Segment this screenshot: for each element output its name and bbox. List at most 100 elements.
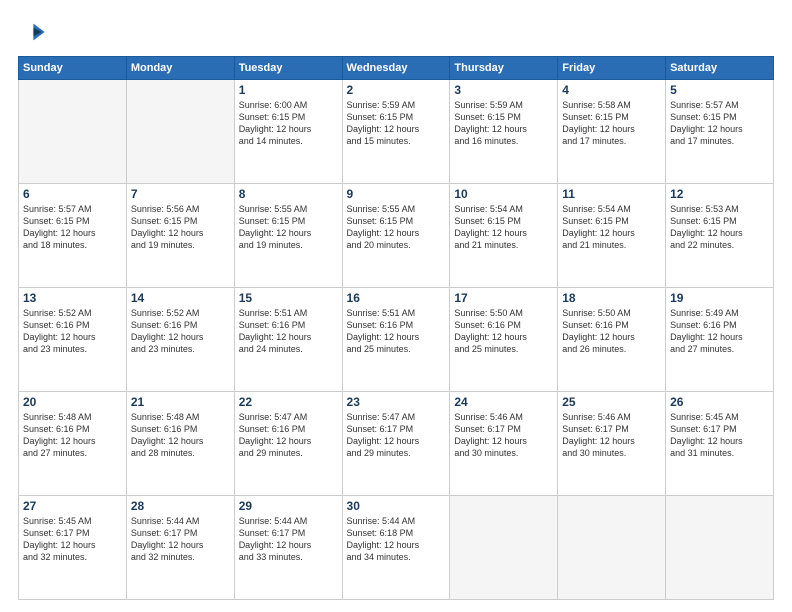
- calendar-cell: 12 Sunrise: 5:53 AM Sunset: 6:15 PM Dayli…: [666, 184, 774, 288]
- day-number: 14: [131, 291, 230, 305]
- cell-content: Sunrise: 5:55 AM Sunset: 6:15 PM Dayligh…: [239, 203, 338, 252]
- day-number: 17: [454, 291, 553, 305]
- calendar-cell: 6Sunrise: 5:57 AM Sunset: 6:15 PM Daylig…: [19, 184, 127, 288]
- calendar-cell: 4 Sunrise: 5:58 AM Sunset: 6:15 PM Daylig…: [558, 80, 666, 184]
- day-number: 30: [347, 499, 446, 513]
- header-friday: Friday: [558, 57, 666, 80]
- cell-content: Sunrise: 5:48 AM Sunset: 6:16 PM Dayligh…: [131, 411, 230, 460]
- calendar-cell: 13 Sunrise: 5:52 AM Sunset: 6:16 PM Dayli…: [19, 288, 127, 392]
- day-number: 11: [562, 187, 661, 201]
- calendar-cell: 23 Sunrise: 5:47 AM Sunset: 6:17 PM Dayli…: [342, 392, 450, 496]
- day-number: 19: [670, 291, 769, 305]
- calendar-cell: 14 Sunrise: 5:52 AM Sunset: 6:16 PM Dayli…: [126, 288, 234, 392]
- day-number: 28: [131, 499, 230, 513]
- day-number: 26: [670, 395, 769, 409]
- header-saturday: Saturday: [666, 57, 774, 80]
- calendar-cell: 19Sunrise: 5:49 AM Sunset: 6:16 PM Dayli…: [666, 288, 774, 392]
- cell-content: Sunrise: 5:45 AM Sunset: 6:17 PM Dayligh…: [23, 515, 122, 564]
- cell-content: Sunrise: 5:54 AM Sunset: 6:15 PM Dayligh…: [454, 203, 553, 252]
- calendar-cell: 25Sunrise: 5:46 AM Sunset: 6:17 PM Dayli…: [558, 392, 666, 496]
- calendar-cell: 7 Sunrise: 5:56 AM Sunset: 6:15 PM Daylig…: [126, 184, 234, 288]
- calendar-cell: 10 Sunrise: 5:54 AM Sunset: 6:15 PM Dayli…: [450, 184, 558, 288]
- day-number: 4: [562, 83, 661, 97]
- calendar-cell: 16Sunrise: 5:51 AM Sunset: 6:16 PM Dayli…: [342, 288, 450, 392]
- calendar-cell: 2Sunrise: 5:59 AM Sunset: 6:15 PM Daylig…: [342, 80, 450, 184]
- day-number: 21: [131, 395, 230, 409]
- day-number: 13: [23, 291, 122, 305]
- day-number: 1: [239, 83, 338, 97]
- cell-content: Sunrise: 5:44 AM Sunset: 6:17 PM Dayligh…: [131, 515, 230, 564]
- cell-content: Sunrise: 5:46 AM Sunset: 6:17 PM Dayligh…: [562, 411, 661, 460]
- calendar-cell: 5Sunrise: 5:57 AM Sunset: 6:15 PM Daylig…: [666, 80, 774, 184]
- logo: [18, 18, 50, 46]
- page: SundayMondayTuesdayWednesdayThursdayFrid…: [0, 0, 792, 612]
- calendar-cell: 28 Sunrise: 5:44 AM Sunset: 6:17 PM Dayli…: [126, 496, 234, 600]
- day-number: 20: [23, 395, 122, 409]
- day-number: 5: [670, 83, 769, 97]
- calendar-cell: 27 Sunrise: 5:45 AM Sunset: 6:17 PM Dayli…: [19, 496, 127, 600]
- day-number: 3: [454, 83, 553, 97]
- calendar-cell: [558, 496, 666, 600]
- cell-content: Sunrise: 5:47 AM Sunset: 6:16 PM Dayligh…: [239, 411, 338, 460]
- day-number: 27: [23, 499, 122, 513]
- cell-content: Sunrise: 5:46 AM Sunset: 6:17 PM Dayligh…: [454, 411, 553, 460]
- week-row-3: 20 Sunrise: 5:48 AM Sunset: 6:16 PM Dayli…: [19, 392, 774, 496]
- calendar-cell: 3 Sunrise: 5:59 AM Sunset: 6:15 PM Daylig…: [450, 80, 558, 184]
- header-monday: Monday: [126, 57, 234, 80]
- day-number: 16: [347, 291, 446, 305]
- day-number: 7: [131, 187, 230, 201]
- week-row-0: 1Sunrise: 6:00 AM Sunset: 6:15 PM Daylig…: [19, 80, 774, 184]
- cell-content: Sunrise: 5:54 AM Sunset: 6:15 PM Dayligh…: [562, 203, 661, 252]
- header-tuesday: Tuesday: [234, 57, 342, 80]
- calendar-cell: 24 Sunrise: 5:46 AM Sunset: 6:17 PM Dayli…: [450, 392, 558, 496]
- day-number: 12: [670, 187, 769, 201]
- cell-content: Sunrise: 5:45 AM Sunset: 6:17 PM Dayligh…: [670, 411, 769, 460]
- day-number: 23: [347, 395, 446, 409]
- day-number: 10: [454, 187, 553, 201]
- day-number: 6: [23, 187, 122, 201]
- day-number: 9: [347, 187, 446, 201]
- calendar-cell: 21 Sunrise: 5:48 AM Sunset: 6:16 PM Dayli…: [126, 392, 234, 496]
- calendar-cell: 1Sunrise: 6:00 AM Sunset: 6:15 PM Daylig…: [234, 80, 342, 184]
- calendar-cell: 9 Sunrise: 5:55 AM Sunset: 6:15 PM Daylig…: [342, 184, 450, 288]
- cell-content: Sunrise: 5:50 AM Sunset: 6:16 PM Dayligh…: [562, 307, 661, 356]
- cell-content: Sunrise: 5:52 AM Sunset: 6:16 PM Dayligh…: [23, 307, 122, 356]
- day-number: 15: [239, 291, 338, 305]
- calendar-cell: 8 Sunrise: 5:55 AM Sunset: 6:15 PM Daylig…: [234, 184, 342, 288]
- week-row-4: 27 Sunrise: 5:45 AM Sunset: 6:17 PM Dayli…: [19, 496, 774, 600]
- cell-content: Sunrise: 5:55 AM Sunset: 6:15 PM Dayligh…: [347, 203, 446, 252]
- calendar-cell: 17 Sunrise: 5:50 AM Sunset: 6:16 PM Dayli…: [450, 288, 558, 392]
- cell-content: Sunrise: 5:58 AM Sunset: 6:15 PM Dayligh…: [562, 99, 661, 148]
- calendar-cell: [666, 496, 774, 600]
- week-row-1: 6Sunrise: 5:57 AM Sunset: 6:15 PM Daylig…: [19, 184, 774, 288]
- calendar-cell: 18 Sunrise: 5:50 AM Sunset: 6:16 PM Dayli…: [558, 288, 666, 392]
- calendar-cell: 22Sunrise: 5:47 AM Sunset: 6:16 PM Dayli…: [234, 392, 342, 496]
- calendar-cell: 30 Sunrise: 5:44 AM Sunset: 6:18 PM Dayli…: [342, 496, 450, 600]
- cell-content: Sunrise: 5:52 AM Sunset: 6:16 PM Dayligh…: [131, 307, 230, 356]
- cell-content: Sunrise: 5:48 AM Sunset: 6:16 PM Dayligh…: [23, 411, 122, 460]
- calendar-cell: 26 Sunrise: 5:45 AM Sunset: 6:17 PM Dayli…: [666, 392, 774, 496]
- header-wednesday: Wednesday: [342, 57, 450, 80]
- calendar-cell: 20 Sunrise: 5:48 AM Sunset: 6:16 PM Dayli…: [19, 392, 127, 496]
- header: [18, 18, 774, 46]
- calendar-cell: 29Sunrise: 5:44 AM Sunset: 6:17 PM Dayli…: [234, 496, 342, 600]
- cell-content: Sunrise: 5:59 AM Sunset: 6:15 PM Dayligh…: [454, 99, 553, 148]
- cell-content: Sunrise: 5:56 AM Sunset: 6:15 PM Dayligh…: [131, 203, 230, 252]
- day-number: 18: [562, 291, 661, 305]
- cell-content: Sunrise: 5:47 AM Sunset: 6:17 PM Dayligh…: [347, 411, 446, 460]
- cell-content: Sunrise: 5:53 AM Sunset: 6:15 PM Dayligh…: [670, 203, 769, 252]
- calendar-cell: 11 Sunrise: 5:54 AM Sunset: 6:15 PM Dayli…: [558, 184, 666, 288]
- cell-content: Sunrise: 5:44 AM Sunset: 6:18 PM Dayligh…: [347, 515, 446, 564]
- header-thursday: Thursday: [450, 57, 558, 80]
- day-number: 24: [454, 395, 553, 409]
- cell-content: Sunrise: 5:50 AM Sunset: 6:16 PM Dayligh…: [454, 307, 553, 356]
- week-row-2: 13 Sunrise: 5:52 AM Sunset: 6:16 PM Dayli…: [19, 288, 774, 392]
- cell-content: Sunrise: 5:44 AM Sunset: 6:17 PM Dayligh…: [239, 515, 338, 564]
- calendar-cell: 15Sunrise: 5:51 AM Sunset: 6:16 PM Dayli…: [234, 288, 342, 392]
- logo-icon: [18, 18, 46, 46]
- calendar-header-row: SundayMondayTuesdayWednesdayThursdayFrid…: [19, 57, 774, 80]
- cell-content: Sunrise: 5:59 AM Sunset: 6:15 PM Dayligh…: [347, 99, 446, 148]
- calendar-cell: [126, 80, 234, 184]
- header-sunday: Sunday: [19, 57, 127, 80]
- day-number: 8: [239, 187, 338, 201]
